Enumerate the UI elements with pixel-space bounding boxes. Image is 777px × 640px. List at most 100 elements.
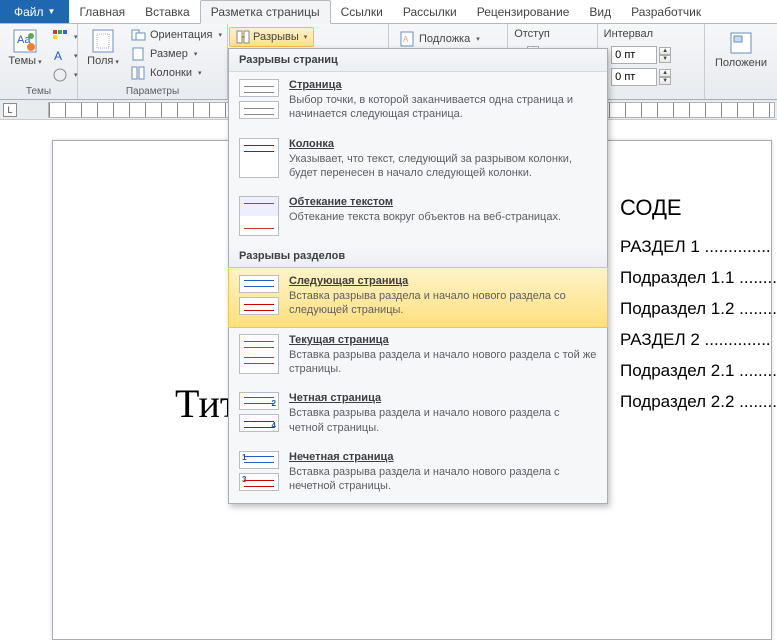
menu-section-page-breaks: Разрывы страниц <box>229 49 607 72</box>
ribbon-tabstrip: Файл ▼ Главная Вставка Разметка страницы… <box>0 0 777 24</box>
watermark-label: Подложка <box>419 33 470 45</box>
svg-text:A: A <box>403 35 409 44</box>
menu-item-title: Колонка <box>289 138 597 150</box>
toc-row: Подраздел 2.2 ........ <box>620 392 777 412</box>
toc-row: Подраздел 1.2 ........ <box>620 299 777 319</box>
size-button[interactable]: Размер▾ <box>126 45 226 63</box>
themes-button[interactable]: Aa Темы▾ <box>6 26 44 70</box>
tab-mailings[interactable]: Рассылки <box>393 0 467 23</box>
orientation-icon <box>130 27 146 43</box>
chevron-down-icon: ▼ <box>48 7 56 16</box>
tab-page-layout[interactable]: Разметка страницы <box>200 0 331 24</box>
spacing-before-input[interactable] <box>611 46 657 64</box>
tab-home[interactable]: Главная <box>69 0 135 23</box>
menu-item-desc: Выбор точки, в которой заканчивается одн… <box>289 93 597 122</box>
tab-label: Ссылки <box>341 5 383 19</box>
size-label: Размер <box>150 48 188 60</box>
spin-down-icon[interactable]: ▼ <box>659 77 671 85</box>
columns-label: Колонки <box>150 67 192 79</box>
even-page-section-icon: 2 4 <box>239 392 279 432</box>
tab-developer[interactable]: Разработчик <box>621 0 711 23</box>
menu-item-desc: Вставка разрыва раздела и начало нового … <box>289 348 597 377</box>
tab-label: Рассылки <box>403 5 457 19</box>
spin-up-icon[interactable]: ▲ <box>659 47 671 55</box>
page-break-icon <box>239 79 279 119</box>
tab-references[interactable]: Ссылки <box>331 0 393 23</box>
group-arrange: Положени <box>705 24 777 99</box>
menu-item-title: Следующая страница <box>289 275 597 287</box>
menu-item-column-break[interactable]: Колонка Указывает, что текст, следующий … <box>229 131 607 190</box>
page-number-icon: 3 <box>242 475 246 484</box>
spin-down-icon[interactable]: ▼ <box>659 55 671 63</box>
watermark-button[interactable]: A Подложка▾ <box>395 30 484 48</box>
page-number-icon: 1 <box>242 453 246 462</box>
spacing-before-spinner[interactable]: ↕ ▲▼ <box>604 46 698 64</box>
tab-label: Разработчик <box>631 5 701 19</box>
margins-label: Поля <box>87 55 113 67</box>
page-number-icon: 4 <box>272 421 276 430</box>
menu-item-even-page-section[interactable]: 2 4 Четная страница Вставка разрыва разд… <box>229 385 607 444</box>
breaks-button[interactable]: Разрывы▾ <box>229 27 314 47</box>
spin-up-icon[interactable]: ▲ <box>659 69 671 77</box>
group-themes: Aa Темы▾ ▾ A▾ ▾ Темы <box>0 24 78 99</box>
group-label: Параметры <box>84 85 221 99</box>
position-icon <box>728 30 754 56</box>
tab-label: Главная <box>79 5 125 19</box>
margins-icon <box>90 28 116 54</box>
spacing-after-spinner[interactable]: ↕ ▲▼ <box>604 68 698 86</box>
text-wrap-break-icon <box>239 196 279 236</box>
watermark-icon: A <box>399 31 415 47</box>
tab-stop-label: L <box>7 105 12 115</box>
spacing-after-input[interactable] <box>611 68 657 86</box>
tab-label: Вставка <box>145 5 190 19</box>
column-break-icon <box>239 138 279 178</box>
menu-item-title: Четная страница <box>289 392 597 404</box>
breaks-icon <box>236 30 250 44</box>
menu-item-page-break[interactable]: Страница Выбор точки, в которой заканчив… <box>229 72 607 131</box>
group-label: Темы <box>6 85 71 99</box>
columns-button[interactable]: Колонки▾ <box>126 64 226 82</box>
position-label: Положени <box>715 58 767 70</box>
menu-item-continuous-section[interactable]: Текущая страница Вставка разрыва раздела… <box>229 327 607 386</box>
spacing-label: Интервал <box>604 28 698 40</box>
tab-label: Рецензирование <box>477 5 570 19</box>
menu-item-desc: Вставка разрыва раздела и начало нового … <box>289 406 597 435</box>
menu-item-title: Обтекание текстом <box>289 196 561 208</box>
theme-colors-button[interactable]: ▾ <box>48 28 82 46</box>
group-spacing: Интервал ↕ ▲▼ ↕ ▲▼ <box>598 24 705 99</box>
menu-item-next-page-section[interactable]: Следующая страница Вставка разрыва разде… <box>228 267 608 328</box>
continuous-section-icon <box>239 334 279 374</box>
menu-item-text-wrapping-break[interactable]: Обтекание текстом Обтекание текста вокру… <box>229 189 607 245</box>
tab-label: Разметка страницы <box>211 5 320 19</box>
toc-row: Подраздел 2.1 ........ <box>620 361 777 381</box>
file-tab-label: Файл <box>14 5 44 19</box>
menu-item-odd-page-section[interactable]: 1 3 Нечетная страница Вставка разрыва ра… <box>229 444 607 503</box>
tab-review[interactable]: Рецензирование <box>467 0 580 23</box>
file-tab[interactable]: Файл ▼ <box>0 0 69 23</box>
tab-stop-selector[interactable]: L <box>3 103 17 117</box>
orientation-button[interactable]: Ориентация▾ <box>126 26 226 44</box>
colors-icon <box>52 29 68 45</box>
tab-view[interactable]: Вид <box>579 0 621 23</box>
breaks-dropdown: Разрывы страниц Страница Выбор точки, в … <box>228 48 608 504</box>
next-page-section-icon <box>239 275 279 315</box>
svg-text:A: A <box>54 49 62 63</box>
indent-label: Отступ <box>514 28 590 40</box>
toc-row: Подраздел 1.1 ........ <box>620 268 777 288</box>
columns-icon <box>130 65 146 81</box>
theme-fonts-button[interactable]: A▾ <box>48 47 82 65</box>
theme-effects-button[interactable]: ▾ <box>48 66 82 84</box>
toc-row: РАЗДЕЛ 2 .............. <box>620 330 777 350</box>
table-of-contents: СОДЕ РАЗДЕЛ 1 .............. Подраздел 1… <box>620 195 777 423</box>
position-button[interactable]: Положени <box>711 28 771 72</box>
menu-item-desc: Вставка разрыва раздела и начало нового … <box>289 465 597 494</box>
toc-heading: СОДЕ <box>620 195 777 221</box>
effects-icon <box>52 67 68 83</box>
menu-item-title: Текущая страница <box>289 334 597 346</box>
margins-button[interactable]: Поля▾ <box>84 26 122 70</box>
breaks-label: Разрывы <box>253 31 299 43</box>
tab-insert[interactable]: Вставка <box>135 0 200 23</box>
menu-item-desc: Обтекание текста вокруг объектов на веб-… <box>289 210 561 224</box>
odd-page-section-icon: 1 3 <box>239 451 279 491</box>
menu-item-title: Страница <box>289 79 597 91</box>
